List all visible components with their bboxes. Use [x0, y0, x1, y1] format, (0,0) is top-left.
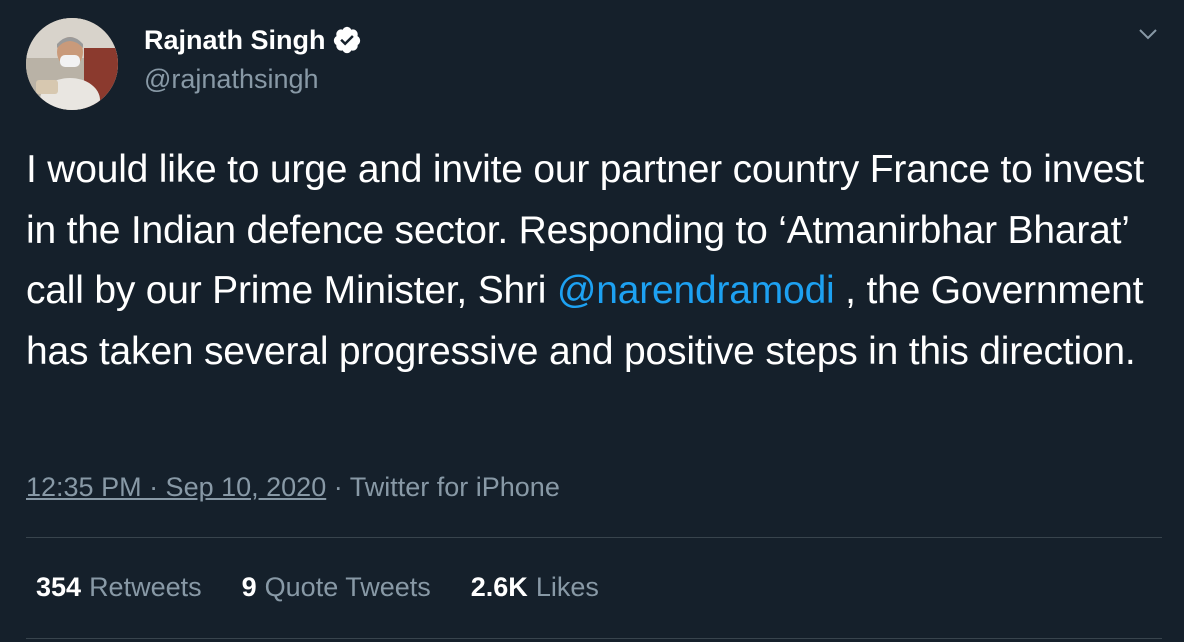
- source-label: Twitter for iPhone: [349, 472, 560, 502]
- avatar[interactable]: [26, 18, 118, 110]
- verified-badge-icon: [332, 25, 362, 55]
- engagement-stats: 354 Retweets 9 Quote Tweets 2.6K Likes: [36, 568, 639, 606]
- tweet-meta: 12:35 PM · Sep 10, 2020 · Twitter for iP…: [26, 468, 560, 506]
- tweet-card: Rajnath Singh @rajnathsingh I would like…: [0, 0, 1184, 642]
- quote-tweets-stat[interactable]: 9 Quote Tweets: [242, 568, 431, 606]
- quote-tweets-count: 9: [241, 572, 257, 602]
- retweets-stat[interactable]: 354 Retweets: [36, 568, 202, 606]
- chevron-down-icon[interactable]: [1136, 22, 1160, 46]
- retweets-count: 354: [36, 572, 82, 602]
- author-name[interactable]: Rajnath Singh: [144, 22, 326, 58]
- likes-label: Likes: [535, 572, 599, 602]
- likes-stat[interactable]: 2.6K Likes: [471, 568, 599, 606]
- meta-separator: ·: [333, 472, 343, 502]
- divider-top: [26, 537, 1162, 538]
- author-handle[interactable]: @rajnathsingh: [144, 61, 319, 97]
- author-name-row[interactable]: Rajnath Singh: [144, 22, 362, 58]
- divider-bottom: [26, 638, 1162, 639]
- timestamp-link[interactable]: 12:35 PM · Sep 10, 2020: [26, 472, 326, 502]
- mention-link[interactable]: @narendramodi: [557, 269, 835, 312]
- quote-tweets-label: Quote Tweets: [264, 572, 431, 602]
- retweets-label: Retweets: [89, 572, 202, 602]
- tweet-text: I would like to urge and invite our part…: [26, 140, 1161, 382]
- likes-count: 2.6K: [470, 572, 528, 602]
